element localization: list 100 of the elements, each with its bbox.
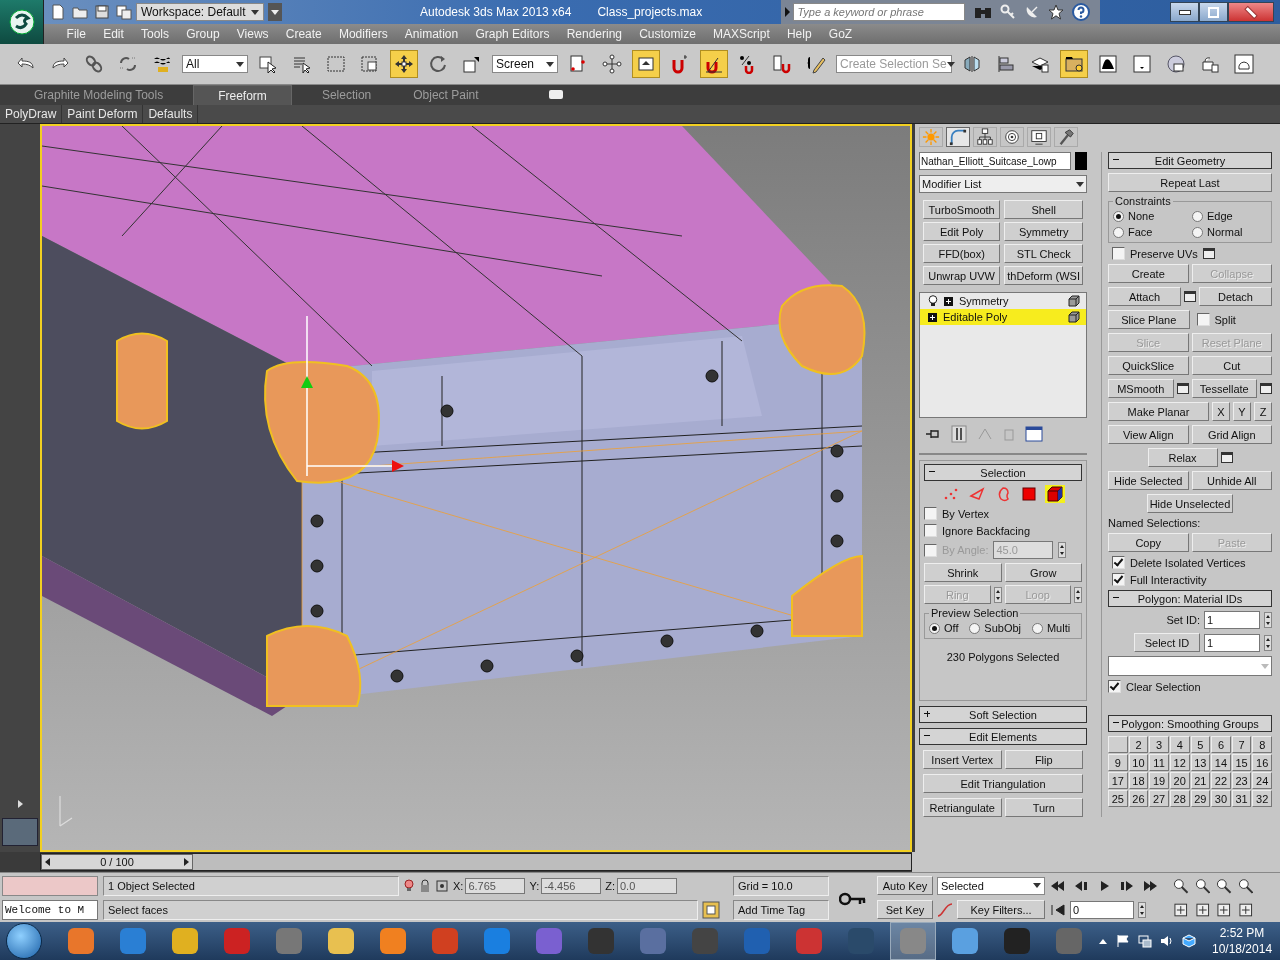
geometry-button[interactable]: Relax	[1147, 448, 1218, 467]
pivot-icon[interactable]	[568, 54, 588, 74]
link-icon[interactable]	[84, 54, 104, 74]
axis-button[interactable]: Y	[1233, 402, 1251, 421]
menu-item[interactable]: Views	[228, 27, 278, 41]
frame-field[interactable]: 0	[1070, 900, 1134, 919]
menu-item[interactable]: Rendering	[558, 27, 631, 41]
smoothing-group-button[interactable]: 5	[1190, 736, 1211, 753]
spinner[interactable]	[1074, 586, 1082, 603]
menu-item[interactable]: Edit	[94, 27, 133, 41]
script-input-field[interactable]	[2, 875, 98, 896]
dropdown-button[interactable]	[268, 3, 282, 21]
smoothing-group-button[interactable]: 20	[1169, 772, 1190, 789]
dropdown[interactable]: All	[182, 55, 248, 73]
settings-icon[interactable]	[1260, 383, 1272, 394]
menu-item[interactable]: File	[58, 27, 95, 41]
satellite-icon[interactable]	[1024, 4, 1041, 20]
smoothing-group-button[interactable]: 28	[1169, 790, 1190, 807]
rollout-header[interactable]: Selection	[924, 464, 1082, 481]
radio-button[interactable]	[1192, 210, 1203, 222]
zoom-icon[interactable]	[1173, 877, 1189, 894]
geometry-button[interactable]: Cut	[1191, 356, 1272, 375]
snap-icon[interactable]	[670, 54, 690, 74]
smoothing-group-button[interactable]	[1108, 736, 1128, 753]
spinner[interactable]	[1138, 901, 1146, 918]
color-swatch[interactable]	[1075, 152, 1087, 170]
checkbox[interactable]	[924, 524, 937, 537]
ribbon-panel[interactable]: PolyDraw	[0, 105, 63, 123]
zoom-extents-icon[interactable]	[1216, 877, 1232, 894]
smoothing-group-button[interactable]: 21	[1190, 772, 1211, 789]
smoothing-group-button[interactable]: 18	[1128, 772, 1149, 789]
project-icon[interactable]	[116, 4, 132, 20]
geometry-button[interactable]: Tessellate	[1191, 379, 1257, 398]
settings-icon[interactable]	[1202, 248, 1215, 259]
flag-icon[interactable]	[1116, 934, 1130, 948]
selection-button[interactable]: Shrink	[924, 563, 1002, 582]
network-icon[interactable]	[1138, 934, 1152, 948]
smoothing-group-button[interactable]: 24	[1252, 772, 1272, 789]
modifier-button[interactable]: TurboSmooth	[923, 200, 1001, 219]
smoothing-group-button[interactable]: 23	[1231, 772, 1252, 789]
repeat-last-button[interactable]: Repeat Last	[1108, 173, 1272, 192]
spinner-snap-icon[interactable]	[772, 54, 792, 74]
spinner[interactable]	[1058, 542, 1067, 558]
select-id-button[interactable]: Select ID	[1134, 633, 1200, 652]
list-select-icon[interactable]	[292, 54, 312, 74]
checkbox[interactable]	[1112, 573, 1125, 586]
geometry-button[interactable]: Grid Align	[1191, 425, 1272, 444]
smoothing-group-button[interactable]: 3	[1149, 736, 1169, 753]
axis-button[interactable]: X	[1212, 402, 1230, 421]
zoom-all-icon[interactable]	[1194, 877, 1210, 894]
smoothing-group-button[interactable]: 7	[1231, 736, 1252, 753]
smoothing-group-button[interactable]: 4	[1169, 736, 1190, 753]
menu-item[interactable]: GoZ	[820, 27, 861, 41]
zoom-extents-all-icon[interactable]	[1237, 877, 1253, 894]
star-icon[interactable]	[1048, 4, 1065, 20]
menu-item[interactable]: Graph Editors	[466, 27, 559, 41]
ribbon-panel[interactable]: Paint Deform	[62, 105, 144, 123]
prev-frame-icon[interactable]	[1073, 879, 1089, 892]
radio-button[interactable]	[929, 622, 940, 634]
set-id-field[interactable]: 1	[1204, 611, 1260, 629]
rollout-header[interactable]: Soft Selection	[919, 706, 1087, 723]
panel-tab[interactable]	[946, 127, 970, 147]
key-curve-icon[interactable]	[937, 901, 953, 918]
rollout-header[interactable]: Edit Geometry	[1108, 152, 1272, 169]
radio-button[interactable]	[1113, 226, 1124, 238]
open-folder-icon[interactable]	[72, 4, 88, 20]
rollout-header[interactable]: Polygon: Smoothing Groups	[1108, 715, 1272, 732]
modifier-button[interactable]: STL Check	[1004, 244, 1083, 263]
window-select-icon[interactable]	[360, 54, 380, 74]
radio-button[interactable]	[969, 622, 981, 634]
axis-button[interactable]: Z	[1254, 402, 1272, 421]
key-mode-icon[interactable]	[1050, 903, 1066, 916]
smoothing-group-button[interactable]: 13	[1190, 754, 1211, 771]
checkbox[interactable]	[1112, 556, 1125, 569]
geometry-button[interactable]: Attach	[1108, 287, 1181, 306]
smoothing-group-button[interactable]: 27	[1149, 790, 1169, 807]
smoothing-group-button[interactable]: 32	[1252, 790, 1272, 807]
next-frame-icon[interactable]	[1119, 879, 1135, 892]
new-file-icon[interactable]	[50, 4, 66, 20]
geometry-button[interactable]: Hide Unselected	[1146, 494, 1234, 513]
box-icon[interactable]	[1182, 934, 1196, 948]
modifier-button[interactable]: Symmetry	[1004, 222, 1083, 241]
align-icon[interactable]	[996, 54, 1016, 74]
geometry-button[interactable]: View Align	[1108, 425, 1189, 444]
key-icon[interactable]	[839, 890, 867, 907]
ribbon-tab[interactable]: Object Paint	[401, 85, 491, 105]
settings-icon[interactable]	[1220, 452, 1233, 463]
modifier-button[interactable]: FFD(box)	[923, 244, 1001, 263]
select-icon[interactable]	[258, 54, 278, 74]
unlink-icon[interactable]	[118, 54, 138, 74]
lock-icon[interactable]	[419, 878, 431, 893]
coordinate-field[interactable]: -4.456	[541, 877, 602, 894]
smoothing-group-button[interactable]: 29	[1190, 790, 1211, 807]
settings-icon[interactable]	[1184, 291, 1196, 302]
checkbox[interactable]	[1112, 247, 1125, 260]
smoothing-group-button[interactable]: 15	[1231, 754, 1252, 771]
maximize-button[interactable]	[1199, 2, 1228, 22]
panel-tab[interactable]	[1027, 127, 1051, 147]
coordinate-field[interactable]: 6.765	[465, 877, 526, 894]
menu-item[interactable]: Animation	[396, 27, 467, 41]
